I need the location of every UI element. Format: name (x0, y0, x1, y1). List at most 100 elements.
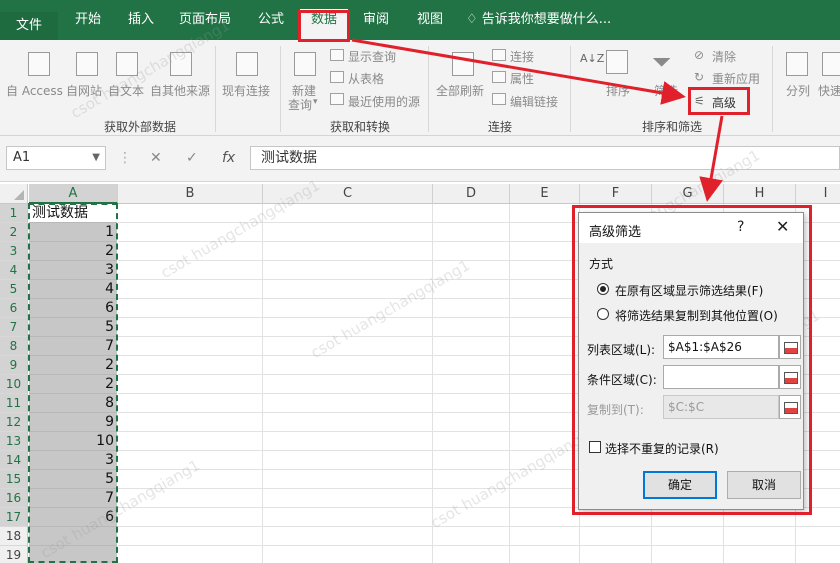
grid-cell[interactable] (263, 432, 433, 451)
tab-view[interactable]: 视图 (404, 9, 456, 33)
grid-cell[interactable] (263, 299, 433, 318)
grid-cell[interactable] (118, 489, 263, 508)
tab-review[interactable]: 审阅 (352, 9, 400, 33)
edit-links-button[interactable]: 编辑链接 (510, 93, 558, 110)
refresh-all-button[interactable]: 全部刷新 (436, 82, 484, 99)
row-header[interactable]: 17 (0, 508, 28, 527)
grid-cell[interactable]: 10 (29, 432, 117, 451)
grid-cell[interactable] (118, 508, 263, 527)
grid-cell[interactable] (263, 223, 433, 242)
grid-cell[interactable]: 7 (29, 337, 117, 356)
row-header[interactable]: 19 (0, 546, 28, 563)
grid-cell[interactable] (118, 356, 263, 375)
grid-cell[interactable] (118, 337, 263, 356)
grid-cell[interactable] (510, 204, 580, 223)
column-header[interactable]: D (433, 184, 510, 204)
name-box[interactable]: A1 ▼ (6, 146, 106, 170)
grid-cell[interactable] (263, 242, 433, 261)
column-header[interactable]: F (580, 184, 652, 204)
grid-cell[interactable] (510, 337, 580, 356)
grid-cell[interactable] (29, 527, 117, 546)
grid-cell[interactable] (118, 375, 263, 394)
criteria-range-input[interactable] (663, 365, 779, 389)
flash-fill-button[interactable]: 快速 (818, 82, 840, 99)
grid-cell[interactable] (510, 261, 580, 280)
grid-cell[interactable] (118, 204, 263, 223)
list-range-input[interactable]: $A$1:$A$26 (663, 335, 779, 359)
grid-cell[interactable] (433, 546, 510, 563)
grid-cell[interactable]: 4 (29, 280, 117, 299)
grid-cell[interactable] (433, 432, 510, 451)
grid-cell[interactable] (263, 337, 433, 356)
row-header[interactable]: 4 (0, 261, 28, 280)
grid-cell[interactable] (118, 413, 263, 432)
row-header[interactable]: 6 (0, 299, 28, 318)
grid-cell[interactable] (118, 432, 263, 451)
tab-page-layout[interactable]: 页面布局 (168, 9, 242, 33)
grid-cell[interactable]: 9 (29, 413, 117, 432)
grid-cell[interactable] (510, 527, 580, 546)
select-all-button[interactable] (0, 184, 28, 204)
grid-cell[interactable] (510, 508, 580, 527)
grid-cell[interactable]: 2 (29, 375, 117, 394)
grid-cell[interactable] (510, 280, 580, 299)
cancel-formula-icon[interactable]: ✕ (150, 150, 162, 166)
row-header[interactable]: 2 (0, 223, 28, 242)
grid-cell[interactable]: 7 (29, 489, 117, 508)
tab-file[interactable]: 文件 (0, 12, 58, 40)
from-web-button[interactable]: 自网站 (66, 82, 102, 99)
row-header[interactable]: 15 (0, 470, 28, 489)
copy-to-location-label[interactable]: 将筛选结果复制到其他位置(O) (615, 307, 778, 324)
grid-cell[interactable] (263, 470, 433, 489)
grid-cell[interactable] (118, 223, 263, 242)
row-header[interactable]: 1 (0, 204, 28, 223)
grid-cell[interactable] (433, 451, 510, 470)
grid-cell[interactable]: 3 (29, 451, 117, 470)
radio-filter-in-place[interactable] (597, 283, 609, 295)
grid-cell[interactable] (433, 261, 510, 280)
grid-cell[interactable]: 3 (29, 261, 117, 280)
grid-cell[interactable] (263, 546, 433, 563)
grid-cell[interactable] (510, 299, 580, 318)
row-header[interactable]: 3 (0, 242, 28, 261)
grid-cell[interactable] (433, 242, 510, 261)
tab-formulas[interactable]: 公式 (246, 9, 296, 33)
grid-cell[interactable] (433, 489, 510, 508)
from-table-button[interactable]: 从表格 (348, 70, 384, 87)
grid-cell[interactable] (510, 242, 580, 261)
row-header[interactable]: 8 (0, 337, 28, 356)
grid-cell[interactable] (263, 318, 433, 337)
grid-cell[interactable] (510, 356, 580, 375)
grid-cell[interactable] (510, 451, 580, 470)
grid-cell[interactable] (510, 489, 580, 508)
grid-cell[interactable] (433, 280, 510, 299)
enter-formula-icon[interactable]: ✓ (186, 150, 198, 166)
unique-records-checkbox[interactable] (589, 441, 601, 453)
grid-cell[interactable] (433, 470, 510, 489)
grid-cell[interactable] (433, 356, 510, 375)
grid-cell[interactable] (118, 546, 263, 563)
formula-input[interactable]: 测试数据 (250, 146, 840, 170)
grid-cell[interactable] (796, 546, 840, 563)
column-header[interactable]: E (510, 184, 580, 204)
grid-cell[interactable] (263, 375, 433, 394)
grid-cell[interactable] (263, 489, 433, 508)
row-header[interactable]: 14 (0, 451, 28, 470)
grid-cell[interactable] (118, 280, 263, 299)
show-queries-button[interactable]: 显示查询 (348, 48, 396, 65)
tab-insert[interactable]: 插入 (118, 9, 164, 33)
grid-cell[interactable] (263, 261, 433, 280)
row-header[interactable]: 12 (0, 413, 28, 432)
grid-cell[interactable] (118, 527, 263, 546)
grid-cell[interactable] (263, 204, 433, 223)
grid-cell[interactable]: 1 (29, 223, 117, 242)
row-header[interactable]: 11 (0, 394, 28, 413)
grid-cell[interactable] (433, 223, 510, 242)
existing-connections-button[interactable]: 现有连接 (222, 82, 270, 99)
grid-cell[interactable]: 6 (29, 508, 117, 527)
range-picker-icon[interactable] (779, 335, 801, 359)
grid-cell[interactable] (510, 432, 580, 451)
grid-cell[interactable] (433, 375, 510, 394)
recent-sources-button[interactable]: 最近使用的源 (348, 93, 420, 110)
row-header[interactable]: 16 (0, 489, 28, 508)
